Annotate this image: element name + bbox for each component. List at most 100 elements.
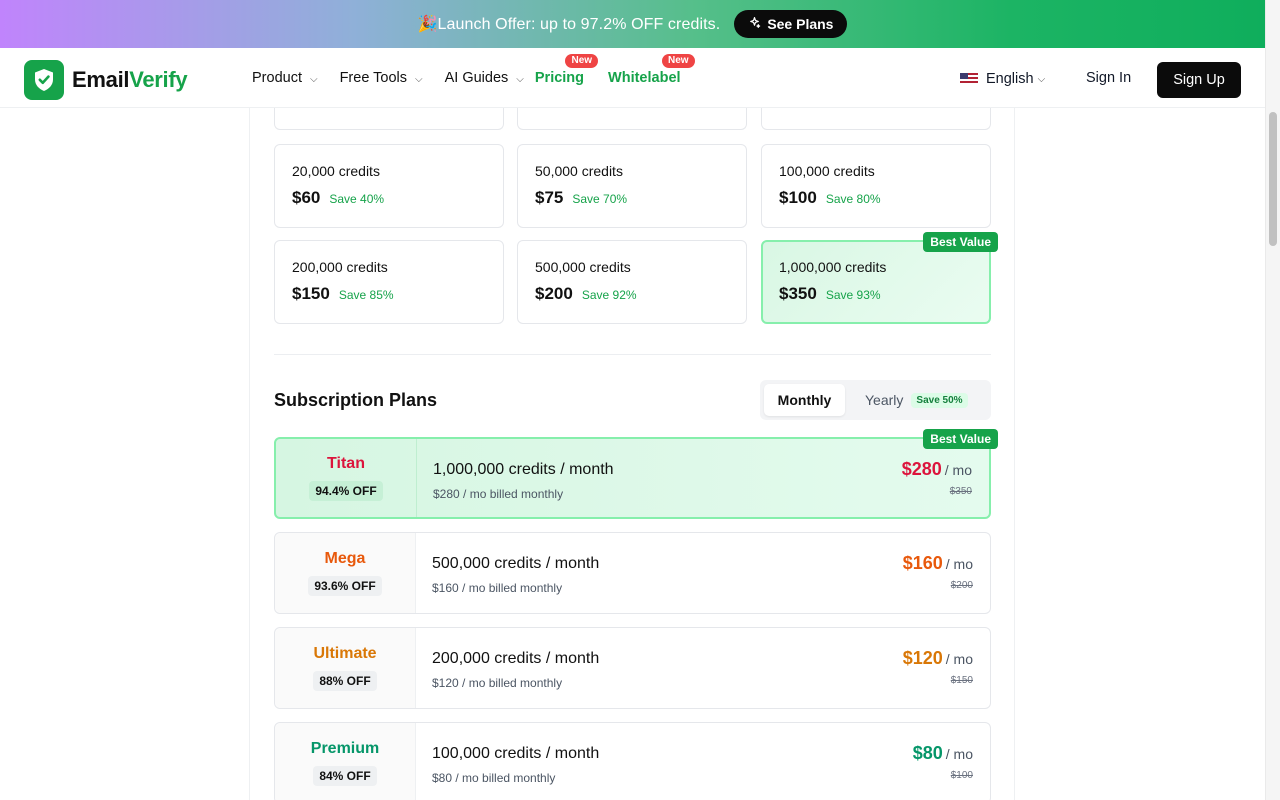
credit-card-partial[interactable] xyxy=(517,108,747,130)
section-divider xyxy=(274,354,991,355)
plan-price-unit: / mo xyxy=(945,651,973,667)
plan-old-price: $150 xyxy=(950,675,973,686)
plan-row-premium[interactable]: Premium 84% OFF 100,000 credits / month … xyxy=(274,722,991,800)
promo-banner: 🎉Launch Offer: up to 97.2% OFF credits. … xyxy=(0,0,1265,48)
toggle-yearly[interactable]: Yearly Save 50% xyxy=(865,392,968,408)
plan-tier: Ultimate 88% OFF xyxy=(275,628,416,708)
plan-name: Premium xyxy=(310,740,380,757)
plan-name: Mega xyxy=(324,550,366,567)
pack-save: Save 93% xyxy=(825,288,881,302)
toggle-monthly[interactable]: Monthly xyxy=(764,384,845,416)
plan-price-unit: / mo xyxy=(945,556,973,572)
plan-price: $80/ mo $100 xyxy=(913,743,973,781)
sign-in-link[interactable]: Sign In xyxy=(1086,70,1131,86)
menu-pricing[interactable]: Pricing New xyxy=(534,54,599,86)
credit-pack-card[interactable]: 500,000 credits $200 Save 92% xyxy=(517,240,747,324)
plan-price: $120/ mo $150 xyxy=(903,648,973,686)
plan-tier: Titan 94.4% OFF xyxy=(276,439,417,517)
credit-pack-card[interactable]: 100,000 credits $100 Save 80% xyxy=(761,144,991,228)
plan-billing: $280 / mo billed monthly xyxy=(433,487,564,501)
plan-tier: Mega 93.6% OFF xyxy=(275,533,416,613)
new-badge: New xyxy=(565,54,599,68)
credit-pack-card[interactable]: 50,000 credits $75 Save 70% xyxy=(517,144,747,228)
party-emoji: 🎉 xyxy=(417,16,438,33)
plan-discount: 94.4% OFF xyxy=(309,481,383,501)
plan-discount: 93.6% OFF xyxy=(308,576,382,596)
promo-message: Launch Offer: up to 97.2% OFF credits. xyxy=(437,16,721,33)
plan-price: $160/ mo $200 xyxy=(903,553,973,591)
menu-whitelabel-label: Whitelabel xyxy=(608,70,681,86)
plan-credits: 100,000 credits / month xyxy=(432,745,600,762)
plan-discount: 88% OFF xyxy=(313,671,377,691)
see-plans-label: See Plans xyxy=(767,16,834,32)
plan-row-mega[interactable]: Mega 93.6% OFF 500,000 credits / month $… xyxy=(274,532,991,614)
pack-price: $150 xyxy=(292,284,330,303)
menu-whitelabel[interactable]: Whitelabel New xyxy=(608,54,695,86)
menu-free-tools[interactable]: Free Tools ⌵ xyxy=(340,70,423,86)
chevron-down-icon: ⌵ xyxy=(309,73,318,85)
subscription-plans-title: Subscription Plans xyxy=(274,390,438,410)
plan-row-titan[interactable]: Best Value Titan 94.4% OFF 1,000,000 cre… xyxy=(274,429,998,519)
plan-old-price: $200 xyxy=(950,580,973,591)
credit-card-partial[interactable] xyxy=(761,108,991,130)
us-flag-icon xyxy=(960,73,978,85)
credit-pack-card[interactable]: 200,000 credits $150 Save 85% xyxy=(274,240,504,324)
shield-check-icon xyxy=(24,60,64,100)
credit-card-partial[interactable] xyxy=(274,108,504,130)
toggle-yearly-label: Yearly xyxy=(865,392,904,408)
pack-credits: 20,000 credits xyxy=(292,163,380,179)
language-selector[interactable]: English ⌵ xyxy=(960,71,1045,87)
top-navbar: EmailVerify Product ⌵ Free Tools ⌵ AI Gu… xyxy=(0,48,1265,108)
plan-old-price: $100 xyxy=(950,770,973,781)
plan-row-ultimate[interactable]: Ultimate 88% OFF 200,000 credits / month… xyxy=(274,627,991,709)
plan-price-value: $80 xyxy=(912,743,943,763)
plan-name: Ultimate xyxy=(313,645,377,662)
pack-save: Save 80% xyxy=(825,192,881,206)
new-badge: New xyxy=(661,54,695,68)
scrollbar-thumb[interactable] xyxy=(1269,112,1277,246)
menu-pricing-label: Pricing xyxy=(534,70,585,86)
plan-price-value: $280 xyxy=(901,459,942,479)
plan-billing: $160 / mo billed monthly xyxy=(432,581,563,595)
plan-billing: $120 / mo billed monthly xyxy=(432,676,563,690)
see-plans-button[interactable]: See Plans xyxy=(734,10,848,38)
promo-text: 🎉Launch Offer: up to 97.2% OFF credits. xyxy=(418,14,721,34)
menu-free-tools-label: Free Tools xyxy=(339,70,408,86)
credit-pack-card-best-value[interactable]: Best Value 1,000,000 credits $350 Save 93… xyxy=(761,232,998,324)
sign-up-button[interactable]: Sign Up xyxy=(1157,62,1241,98)
plan-credits: 200,000 credits / month xyxy=(432,650,600,667)
plan-price-value: $160 xyxy=(902,553,943,573)
plan-price-value: $120 xyxy=(902,648,943,668)
plan-credits: 1,000,000 credits / month xyxy=(433,461,614,478)
plan-price: $280/ mo $350 xyxy=(902,459,972,497)
menu-ai-guides[interactable]: AI Guides ⌵ xyxy=(445,70,524,86)
plan-billing: $80 / mo billed monthly xyxy=(432,771,556,785)
pack-price: $350 xyxy=(779,284,817,303)
pack-credits: 50,000 credits xyxy=(535,163,623,179)
chevron-down-icon: ⌵ xyxy=(1037,73,1046,85)
pack-credits: 100,000 credits xyxy=(779,163,875,179)
plan-info: 1,000,000 credits / month $280 / mo bill… xyxy=(433,461,614,501)
plan-old-price: $350 xyxy=(949,486,972,497)
pack-save: Save 85% xyxy=(338,288,394,302)
plan-price-unit: / mo xyxy=(945,746,973,762)
language-label: English xyxy=(986,71,1034,87)
chevron-down-icon: ⌵ xyxy=(516,73,524,85)
pack-credits: 200,000 credits xyxy=(292,259,388,275)
main-menu: Product ⌵ Free Tools ⌵ AI Guides ⌵ Prici… xyxy=(252,48,695,108)
best-value-badge: Best Value xyxy=(923,232,998,252)
chevron-down-icon: ⌵ xyxy=(415,73,423,85)
menu-product[interactable]: Product ⌵ xyxy=(252,70,318,86)
plan-info: 500,000 credits / month $160 / mo billed… xyxy=(432,555,599,595)
pack-price: $75 xyxy=(535,188,564,207)
menu-product-label: Product xyxy=(252,70,302,86)
plan-info: 200,000 credits / month $120 / mo billed… xyxy=(432,650,599,690)
plan-name: Titan xyxy=(327,455,365,472)
pack-credits: 500,000 credits xyxy=(535,259,631,275)
pack-price: $100 xyxy=(779,188,817,207)
best-value-badge: Best Value xyxy=(923,429,998,449)
pack-save: Save 92% xyxy=(581,288,637,302)
credit-pack-card[interactable]: 20,000 credits $60 Save 40% xyxy=(274,144,504,228)
logo[interactable]: EmailVerify xyxy=(24,60,188,100)
pack-credits: 1,000,000 credits xyxy=(779,259,887,275)
